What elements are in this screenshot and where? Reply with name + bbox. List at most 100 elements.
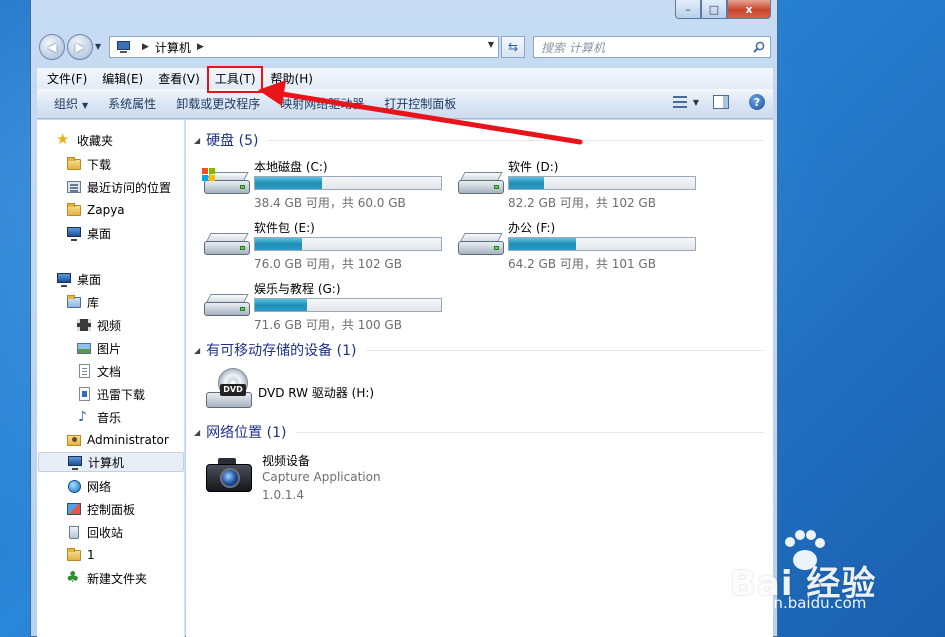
back-button[interactable]: ◀ [39,34,65,60]
maximize-button[interactable]: □ [701,0,727,19]
map-network-drive-button[interactable]: 映射网络驱动器 [270,95,374,112]
explorer-window: – □ x ◀ ▶ ▼ ▶ 计算机 ▶ ▼ ⇆ 搜索 计算机 文件(F) 编辑(… [30,0,778,637]
drive-usage-bar [508,237,696,251]
computer-icon [67,454,83,470]
menu-edit[interactable]: 编辑(E) [97,69,148,89]
nav-computer[interactable]: 计算机 [38,452,184,472]
drive-h-dvd[interactable]: DVD DVD RW 驱动器 (H:) [206,368,506,418]
menu-file[interactable]: 文件(F) [42,69,92,89]
nav-administrator[interactable]: Administrator [66,430,169,450]
organize-button[interactable]: 组织 ▼ [37,95,98,112]
nav-network[interactable]: 网络 [66,476,111,496]
group-title: 有可移动存储的设备 (1) [206,343,357,359]
nav-libraries[interactable]: 库 [66,292,99,312]
drive-name: 本地磁盘 (C:) [254,160,328,174]
drive-f[interactable]: 办公 (F:) 64.2 GB 可用，共 101 GB [456,219,706,271]
forward-button[interactable]: ▶ [67,34,93,60]
nav-downloads[interactable]: 下载 [66,154,111,174]
library-icon [66,294,82,310]
group-title: 网络位置 (1) [206,425,287,441]
drive-usage-fill [509,238,576,250]
nav-new-folder[interactable]: ♣ 新建文件夹 [66,568,147,588]
nav-thunder-downloads[interactable]: 迅雷下载 [76,384,145,404]
nav-recent-places[interactable]: 最近访问的位置 [66,177,171,197]
hard-disk-icon [458,233,506,261]
nav-label: 新建文件夹 [87,571,148,586]
nav-documents[interactable]: 文档 [76,361,121,381]
drive-name: 娱乐与教程 (G:) [254,282,341,296]
drive-c[interactable]: 本地磁盘 (C:) 38.4 GB 可用，共 60.0 GB [202,158,452,210]
nav-label: 下载 [87,157,112,172]
drive-name: DVD RW 驱动器 (H:) [258,386,375,400]
nav-music[interactable]: ♪ 音乐 [76,407,121,427]
navigation-row: ◀ ▶ ▼ ▶ 计算机 ▶ ▼ ⇆ 搜索 计算机 [37,32,773,60]
forward-arrow-icon: ▶ [75,40,85,54]
star-icon: ★ [56,130,70,148]
nav-folder-1[interactable]: 1 [66,545,95,565]
group-header-network[interactable]: ◢ 网络位置 (1) [194,422,764,442]
uninstall-program-button[interactable]: 卸载或更改程序 [166,95,270,112]
group-divider [296,431,764,433]
preview-pane-icon[interactable] [713,95,729,109]
drive-usage-fill [255,238,302,250]
system-properties-button[interactable]: 系统属性 [98,95,166,112]
drive-g[interactable]: 娱乐与教程 (G:) 71.6 GB 可用，共 100 GB [202,280,452,332]
search-input[interactable]: 搜索 计算机 [533,36,771,58]
nav-zapya[interactable]: Zapya [66,200,125,220]
refresh-button[interactable]: ⇆ [501,36,525,58]
breadcrumb-computer[interactable]: 计算机 [155,39,191,56]
nav-videos[interactable]: 视频 [76,315,121,335]
drive-free-space: 71.6 GB 可用，共 100 GB [254,318,402,332]
nav-control-panel[interactable]: 控制面板 [66,499,135,519]
nav-label: 网络 [87,479,112,494]
picture-icon [76,340,92,356]
nav-label: 音乐 [97,410,122,425]
view-dropdown[interactable]: ▼ [693,98,699,107]
nav-label: 库 [87,295,100,310]
camera-icon [206,456,254,492]
breadcrumb-separator[interactable]: ▶ [197,42,204,52]
nav-label: 最近访问的位置 [87,180,172,195]
address-dropdown[interactable]: ▼ [488,40,494,49]
open-control-panel-button[interactable]: 打开控制面板 [374,95,466,112]
nav-desktop[interactable]: 桌面 [56,269,101,289]
nav-label: 控制面板 [87,502,136,517]
nav-label: 视频 [97,318,122,333]
video-icon [76,317,92,333]
toolbar-right: ▼ ? [672,94,765,110]
drive-usage-bar [254,237,442,251]
device-version: 1.0.1.4 [262,488,304,502]
minimize-button[interactable]: – [675,0,701,19]
menu-help[interactable]: 帮助(H) [266,69,318,89]
nav-label: 桌面 [77,272,102,287]
close-button[interactable]: x [727,0,771,19]
tree-icon: ♣ [66,568,80,586]
breadcrumb-separator[interactable]: ▶ [142,42,149,52]
recent-pages-dropdown[interactable]: ▼ [95,42,105,52]
group-header-removable[interactable]: ◢ 有可移动存储的设备 (1) [194,340,764,360]
drive-free-space: 82.2 GB 可用，共 102 GB [508,196,656,210]
baidu-jingyan-watermark: Bai 经验 jingyan.baidu.com [722,530,942,620]
drive-e[interactable]: 软件包 (E:) 76.0 GB 可用，共 102 GB [202,219,452,271]
command-bar: 组织 ▼ 系统属性 卸载或更改程序 映射网络驱动器 打开控制面板 ▼ ? [37,89,773,119]
network-video-device[interactable]: 视频设备 Capture Application 1.0.1.4 [206,450,506,510]
nav-label: 回收站 [87,525,124,540]
nav-pictures[interactable]: 图片 [76,338,121,358]
hard-disk-icon [204,233,252,261]
address-bar[interactable]: ▶ 计算机 ▶ ▼ [109,36,499,58]
desktop-icon [56,271,72,287]
drive-d[interactable]: 软件 (D:) 82.2 GB 可用，共 102 GB [456,158,706,210]
nav-desktop-favorite[interactable]: 桌面 [66,223,111,243]
view-options-icon[interactable] [672,96,687,108]
user-folder-icon [66,432,82,448]
menu-view[interactable]: 查看(V) [153,69,205,89]
help-icon[interactable]: ? [749,94,765,110]
nav-recycle-bin[interactable]: 回收站 [66,522,123,542]
caption-buttons: – □ x [675,0,771,19]
group-header-hard-disks[interactable]: ◢ 硬盘 (5) [194,130,764,150]
nav-favorites[interactable]: ★ 收藏夹 [56,130,113,150]
control-panel-icon [66,501,82,517]
drive-free-space: 64.2 GB 可用，共 101 GB [508,257,656,271]
drive-name: 软件包 (E:) [254,221,315,235]
drive-free-space: 38.4 GB 可用，共 60.0 GB [254,196,406,210]
